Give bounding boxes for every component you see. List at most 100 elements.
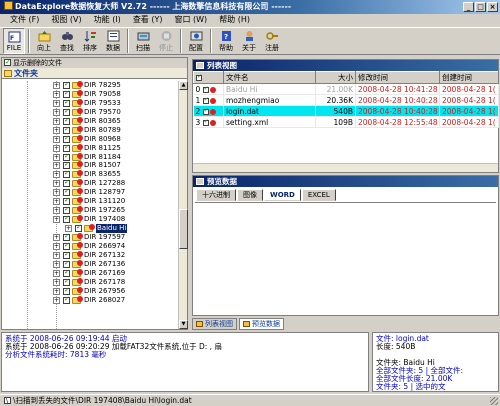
- tree-checkbox[interactable]: [63, 160, 70, 170]
- tree-checkbox[interactable]: [63, 98, 70, 107]
- expand-toggle-icon[interactable]: +: [65, 225, 72, 232]
- folder-tree[interactable]: + DIR 78295 + DIR 79058 + DIR 79533 + DIR 79570…: [2, 81, 179, 329]
- expand-toggle-icon[interactable]: +: [53, 82, 60, 89]
- select-all-checkbox[interactable]: [196, 73, 202, 81]
- tree-checkbox[interactable]: [63, 125, 70, 134]
- tab-excel[interactable]: EXCEL: [301, 189, 336, 201]
- expand-toggle-icon[interactable]: +: [53, 296, 60, 304]
- expand-toggle-icon[interactable]: +: [53, 135, 60, 143]
- expand-toggle-icon[interactable]: +: [53, 233, 60, 241]
- expand-toggle-icon[interactable]: +: [53, 117, 60, 125]
- tab-hex[interactable]: 十六进制: [196, 189, 236, 201]
- list-horizontal-scrollbar[interactable]: [193, 163, 498, 172]
- tree-node[interactable]: + DIR 267132: [2, 250, 179, 260]
- table-row[interactable]: 3 setting.xml 109B 2008-04-28 12:55:48 2…: [193, 116, 499, 128]
- expand-toggle-icon[interactable]: +: [53, 126, 60, 134]
- table-row[interactable]: 1 mozhengmiao 20.36K 2008-04-28 10:40:28…: [193, 94, 499, 106]
- tree-node[interactable]: + DIR 80789: [2, 125, 179, 135]
- expand-toggle-icon[interactable]: +: [53, 144, 60, 152]
- tab-word[interactable]: WORD: [264, 189, 301, 201]
- tree-checkbox[interactable]: [63, 214, 70, 224]
- tree-node[interactable]: + DIR 79570: [2, 107, 179, 117]
- config-button[interactable]: 配置: [185, 28, 207, 54]
- expand-toggle-icon[interactable]: +: [53, 108, 60, 116]
- menu-function[interactable]: 功能 (I): [88, 14, 127, 26]
- scroll-thumb[interactable]: [179, 209, 188, 249]
- expand-toggle-icon[interactable]: +: [53, 171, 60, 179]
- expand-toggle-icon[interactable]: +: [53, 278, 60, 286]
- col-checkbox[interactable]: [193, 71, 224, 84]
- row-checkbox[interactable]: [202, 107, 209, 115]
- tree-checkbox[interactable]: [63, 277, 70, 286]
- resize-grip[interactable]: [490, 397, 498, 405]
- tree-checkbox[interactable]: [63, 250, 70, 259]
- tree-checkbox[interactable]: [63, 134, 70, 143]
- menu-help[interactable]: 帮助 (H): [213, 14, 256, 26]
- scan-button[interactable]: 扫描: [132, 28, 154, 54]
- tree-node[interactable]: + DIR 266974: [2, 241, 179, 251]
- menu-look[interactable]: 查看 (Y): [127, 14, 169, 26]
- close-button[interactable]: ×: [487, 2, 498, 12]
- maximize-button[interactable]: □: [475, 2, 486, 12]
- expand-toggle-icon[interactable]: +: [53, 99, 60, 107]
- tree-node[interactable]: + DIR 80365: [2, 116, 179, 126]
- help-button[interactable]: ? 帮助: [215, 28, 237, 54]
- tree-checkbox[interactable]: [63, 259, 70, 268]
- col-filename[interactable]: 文件名: [223, 71, 316, 84]
- expand-toggle-icon[interactable]: +: [53, 260, 60, 268]
- tree-checkbox[interactable]: [63, 295, 70, 304]
- tree-node[interactable]: + DIR 197265: [2, 205, 179, 215]
- file-button[interactable]: F FILE: [3, 28, 25, 54]
- expand-toggle-icon[interactable]: +: [53, 216, 60, 224]
- tree-node[interactable]: + DIR 267956: [2, 286, 179, 296]
- row-checkbox[interactable]: [202, 96, 209, 104]
- tree-checkbox[interactable]: [63, 268, 70, 277]
- table-row[interactable]: 0 Baidu Hi 21.00K 2008-04-28 10:41:28 20…: [193, 83, 499, 95]
- tree-node[interactable]: + DIR 131120: [2, 196, 179, 206]
- tree-node[interactable]: + DIR 267169: [2, 268, 179, 278]
- scroll-up-button[interactable]: ▲: [179, 81, 188, 90]
- tree-checkbox[interactable]: [63, 178, 70, 188]
- tree-checkbox[interactable]: [63, 143, 70, 152]
- tree-node[interactable]: + DIR 268027: [2, 295, 179, 305]
- tree-node[interactable]: + DIR 267178: [2, 277, 179, 287]
- tree-node[interactable]: + DIR 83655: [2, 169, 179, 179]
- tree-checkbox[interactable]: [63, 187, 70, 197]
- tab-image[interactable]: 图像: [237, 189, 263, 201]
- tree-checkbox[interactable]: [63, 81, 70, 89]
- expand-toggle-icon[interactable]: +: [53, 251, 60, 259]
- tree-node[interactable]: + DIR 79533: [2, 98, 179, 108]
- tree-node[interactable]: + DIR 267136: [2, 259, 179, 269]
- expand-toggle-icon[interactable]: +: [53, 153, 60, 161]
- menu-view[interactable]: 视图 (V): [45, 14, 87, 26]
- expand-toggle-icon[interactable]: +: [53, 189, 60, 197]
- minimize-button[interactable]: _: [463, 2, 474, 12]
- up-button[interactable]: 向上: [33, 28, 55, 54]
- expand-toggle-icon[interactable]: +: [53, 207, 60, 215]
- tree-checkbox[interactable]: [63, 196, 70, 206]
- tree-node[interactable]: + DIR 197408: [2, 214, 179, 224]
- tree-node[interactable]: + DIR 128797: [2, 187, 179, 197]
- col-ctime[interactable]: 创建时间: [439, 71, 499, 84]
- tab-preview-data[interactable]: 预览数据: [239, 318, 284, 330]
- tree-node[interactable]: + DIR 127288: [2, 178, 179, 188]
- tree-vertical-scrollbar[interactable]: ▲ ▼: [178, 81, 188, 329]
- tree-checkbox[interactable]: [63, 89, 70, 98]
- show-deleted-checkbox[interactable]: [4, 57, 11, 67]
- table-row-selected[interactable]: 2 login.dat 540B 2008-04-28 10:40:28 200…: [193, 105, 499, 117]
- expand-toggle-icon[interactable]: +: [53, 180, 60, 188]
- expand-toggle-icon[interactable]: +: [53, 198, 60, 206]
- find-button[interactable]: 查找: [56, 28, 78, 54]
- about-button[interactable]: 关于: [238, 28, 260, 54]
- tree-node-selected[interactable]: + Baidu Hi: [2, 223, 179, 233]
- tree-checkbox[interactable]: [63, 241, 70, 250]
- tree-checkbox[interactable]: [63, 232, 70, 241]
- sort-button[interactable]: 排序: [79, 28, 101, 54]
- expand-toggle-icon[interactable]: +: [53, 242, 60, 250]
- menu-window[interactable]: 窗口 (W): [168, 14, 213, 26]
- row-checkbox[interactable]: [202, 85, 209, 93]
- tree-checkbox[interactable]: [63, 205, 70, 215]
- col-mtime[interactable]: 修改时间: [355, 71, 440, 84]
- tree-node[interactable]: + DIR 81184: [2, 152, 179, 162]
- tree-node[interactable]: + DIR 80968: [2, 134, 179, 144]
